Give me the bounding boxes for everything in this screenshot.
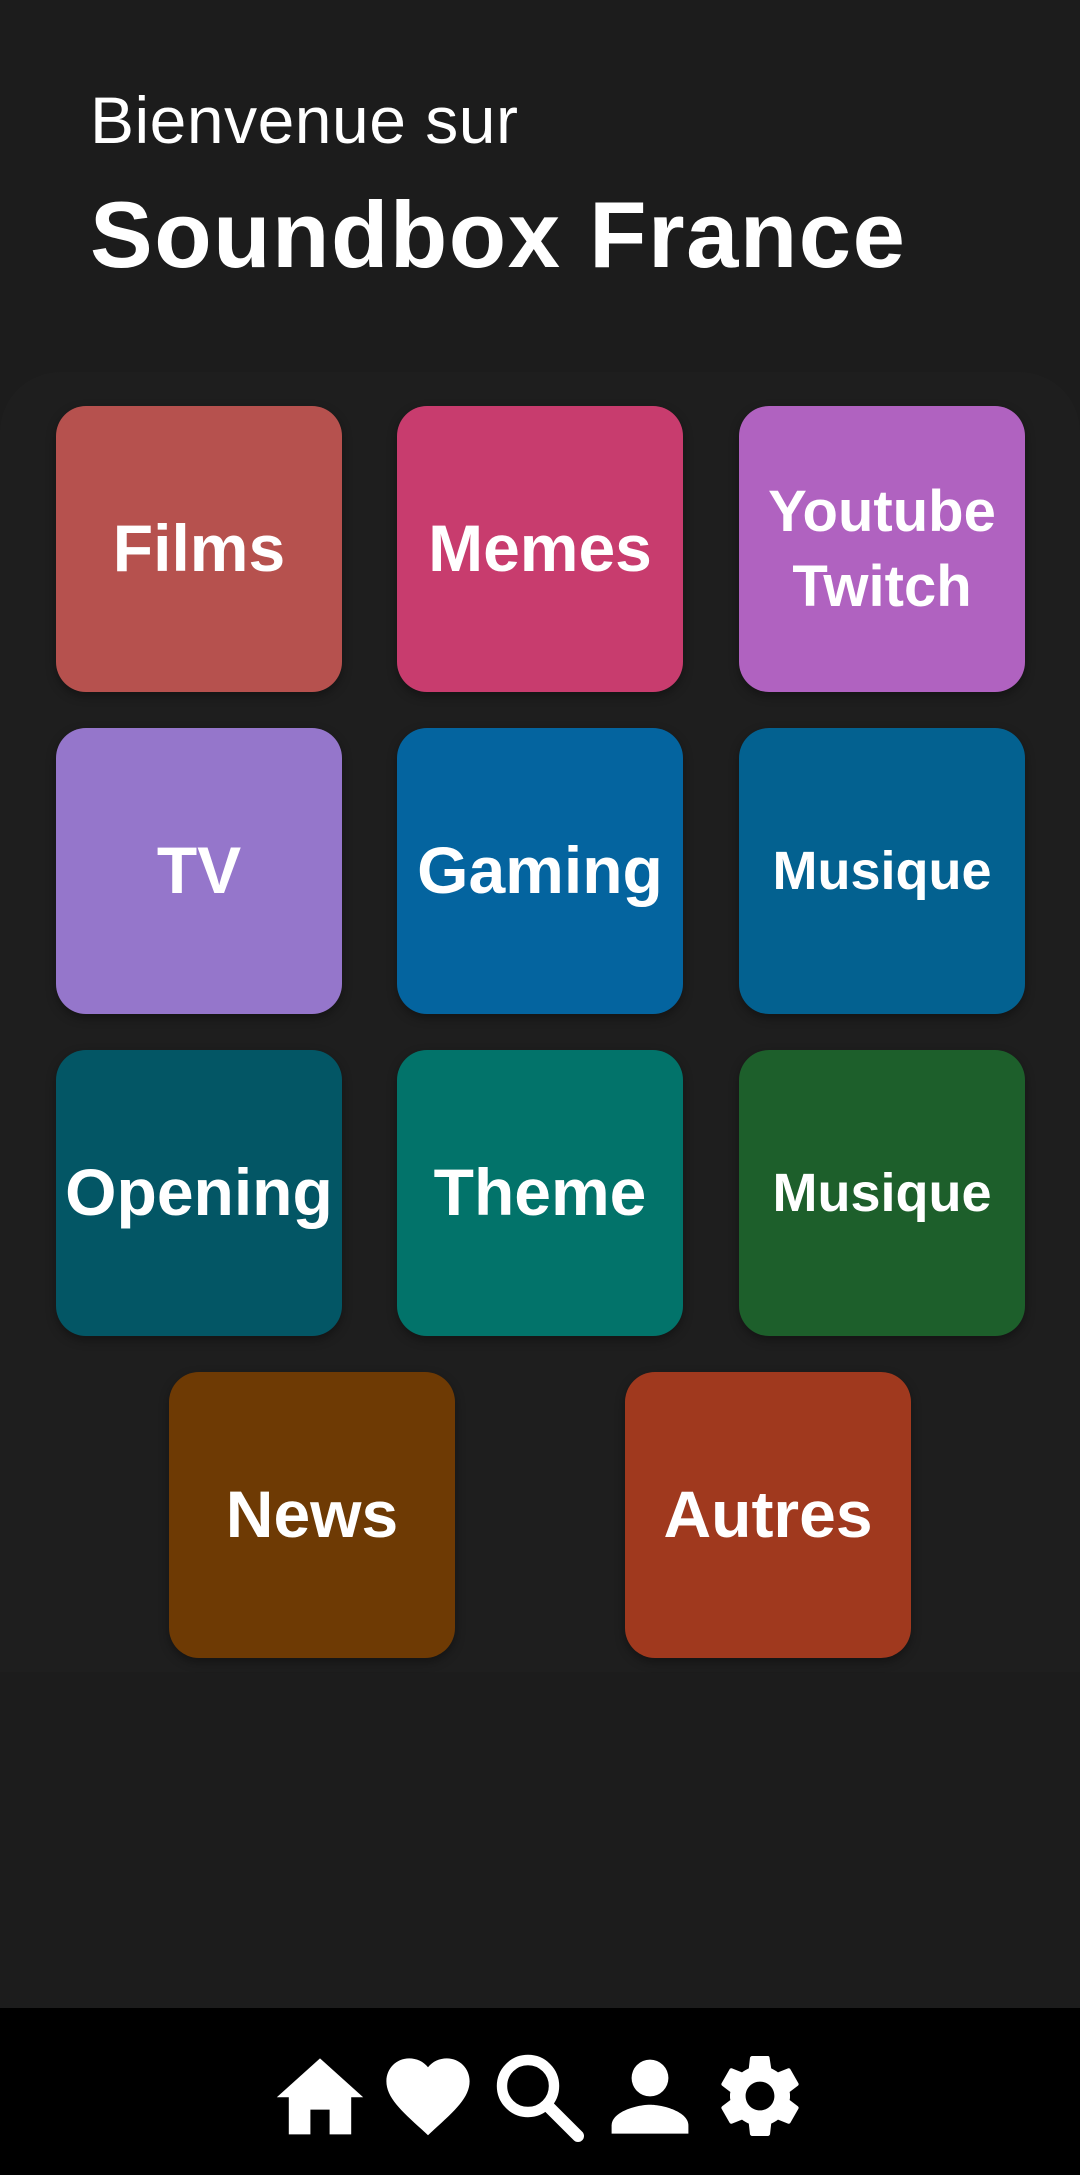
category-label: TV bbox=[156, 833, 242, 908]
category-panel: Films Memes Youtube Twitch TV Gaming Mus… bbox=[0, 372, 1080, 1672]
header: Bienvenue sur Soundbox France bbox=[90, 78, 1050, 290]
welcome-text: Bienvenue sur bbox=[90, 83, 519, 157]
category-youtube-twitch-button[interactable]: Youtube Twitch bbox=[739, 406, 1025, 692]
category-label: Gaming bbox=[417, 833, 663, 908]
category-label: News bbox=[225, 1477, 399, 1552]
category-films-button[interactable]: Films bbox=[56, 406, 342, 692]
category-label: Films bbox=[112, 511, 286, 586]
category-label: Musique bbox=[772, 840, 992, 901]
category-gaming-button[interactable]: Gaming bbox=[397, 728, 683, 1014]
category-label: Musique bbox=[772, 1162, 992, 1223]
category-label-line1: Youtube bbox=[768, 478, 996, 544]
category-label: Autres bbox=[663, 1477, 873, 1552]
category-musique-2-button[interactable]: Musique bbox=[739, 1050, 1025, 1336]
category-opening-button[interactable]: Opening bbox=[56, 1050, 342, 1336]
category-memes-button[interactable]: Memes bbox=[397, 406, 683, 692]
category-tv-button[interactable]: TV bbox=[56, 728, 342, 1014]
category-news-button[interactable]: News bbox=[169, 1372, 455, 1658]
bottom-navigation-bar bbox=[0, 2008, 1080, 2175]
category-label: Theme bbox=[433, 1155, 647, 1230]
gear-icon[interactable] bbox=[712, 2048, 808, 2144]
category-musique-button[interactable]: Musique bbox=[739, 728, 1025, 1014]
category-autres-button[interactable]: Autres bbox=[625, 1372, 911, 1658]
category-label: Opening bbox=[65, 1155, 333, 1230]
heart-icon[interactable] bbox=[380, 2048, 476, 2144]
app-title: Soundbox France bbox=[90, 182, 907, 287]
search-icon[interactable] bbox=[490, 2048, 586, 2144]
category-label: Memes bbox=[428, 511, 652, 586]
person-icon[interactable] bbox=[602, 2048, 698, 2144]
category-theme-button[interactable]: Theme bbox=[397, 1050, 683, 1336]
home-icon[interactable] bbox=[272, 2048, 368, 2144]
category-label-line2: Twitch bbox=[792, 554, 972, 619]
